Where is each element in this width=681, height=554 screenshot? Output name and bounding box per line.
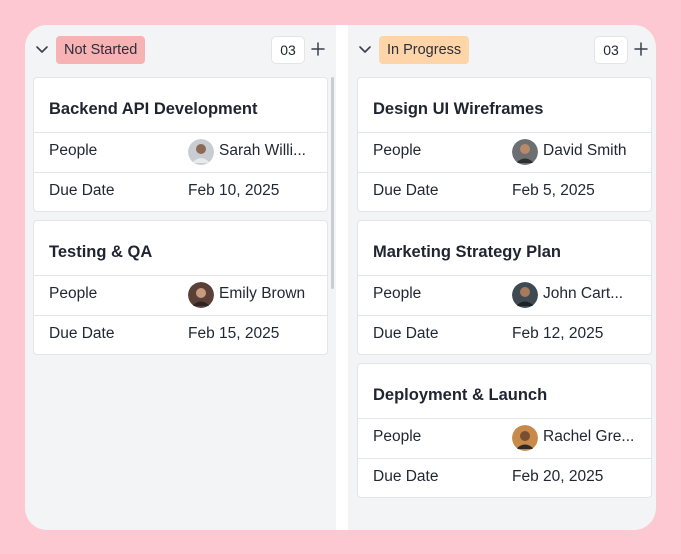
column-divider <box>336 25 348 530</box>
card-count: 03 <box>594 36 628 64</box>
task-card[interactable]: Design UI Wireframes People David Smith … <box>357 77 652 212</box>
chevron-down-icon[interactable] <box>358 42 372 56</box>
due-date-value: Feb 5, 2025 <box>512 182 595 199</box>
people-label: People <box>373 428 422 445</box>
due-date-label: Due Date <box>49 325 115 342</box>
people-row: People Sarah Willi... <box>34 132 327 169</box>
due-date-label: Due Date <box>49 182 115 199</box>
column-header: In Progress 03 <box>348 25 656 75</box>
people-label: People <box>373 285 422 302</box>
avatar <box>512 139 538 165</box>
person-name: David Smith <box>543 142 627 159</box>
card-count: 03 <box>271 36 305 64</box>
task-card[interactable]: Backend API Development People Sarah Wil… <box>33 77 328 212</box>
due-date-row: Due Date Feb 5, 2025 <box>358 172 651 209</box>
task-card[interactable]: Testing & QA People Emily Brown Due Date… <box>33 220 328 355</box>
due-date-value: Feb 15, 2025 <box>188 325 280 342</box>
people-label: People <box>49 285 98 302</box>
avatar <box>512 282 538 308</box>
task-card[interactable]: Marketing Strategy Plan People John Cart… <box>357 220 652 355</box>
kanban-board: Not Started 03 Backend API Development P… <box>25 25 656 530</box>
card-title: Backend API Development <box>49 100 258 118</box>
person-name: John Cart... <box>543 285 624 302</box>
due-date-value: Feb 12, 2025 <box>512 325 604 342</box>
avatar <box>512 425 538 451</box>
card-title: Testing & QA <box>49 243 153 261</box>
plus-icon[interactable] <box>310 41 326 57</box>
due-date-row: Due Date Feb 15, 2025 <box>34 315 327 352</box>
status-badge: Not Started <box>56 36 146 64</box>
person-name: Emily Brown <box>219 285 306 302</box>
scrollbar[interactable] <box>331 77 334 289</box>
plus-icon[interactable] <box>633 41 649 57</box>
person-name: Rachel Gre... <box>543 428 635 445</box>
avatar <box>188 282 214 308</box>
card-title: Marketing Strategy Plan <box>373 243 561 261</box>
column-not-started: Not Started 03 Backend API Development P… <box>25 25 336 530</box>
avatar <box>188 139 214 165</box>
status-badge: In Progress <box>379 36 470 64</box>
due-date-value: Feb 10, 2025 <box>188 182 280 199</box>
card-title: Design UI Wireframes <box>373 100 544 118</box>
person-name: Sarah Willi... <box>219 142 306 159</box>
card-title: Deployment & Launch <box>373 386 548 404</box>
people-label: People <box>373 142 422 159</box>
due-date-label: Due Date <box>373 182 439 199</box>
due-date-row: Due Date Feb 12, 2025 <box>358 315 651 352</box>
people-label: People <box>49 142 98 159</box>
due-date-row: Due Date Feb 10, 2025 <box>34 172 327 209</box>
due-date-label: Due Date <box>373 325 439 342</box>
people-row: People Emily Brown <box>34 275 327 312</box>
task-card[interactable]: Deployment & Launch People Rachel Gre...… <box>357 363 652 498</box>
column-header: Not Started 03 <box>25 25 336 75</box>
people-row: People John Cart... <box>358 275 651 312</box>
due-date-label: Due Date <box>373 468 439 485</box>
column-in-progress: In Progress 03 Design UI Wireframes Peop… <box>348 25 656 530</box>
chevron-down-icon[interactable] <box>35 42 49 56</box>
due-date-value: Feb 20, 2025 <box>512 468 604 485</box>
people-row: People Rachel Gre... <box>358 418 651 455</box>
people-row: People David Smith <box>358 132 651 169</box>
due-date-row: Due Date Feb 20, 2025 <box>358 458 651 495</box>
